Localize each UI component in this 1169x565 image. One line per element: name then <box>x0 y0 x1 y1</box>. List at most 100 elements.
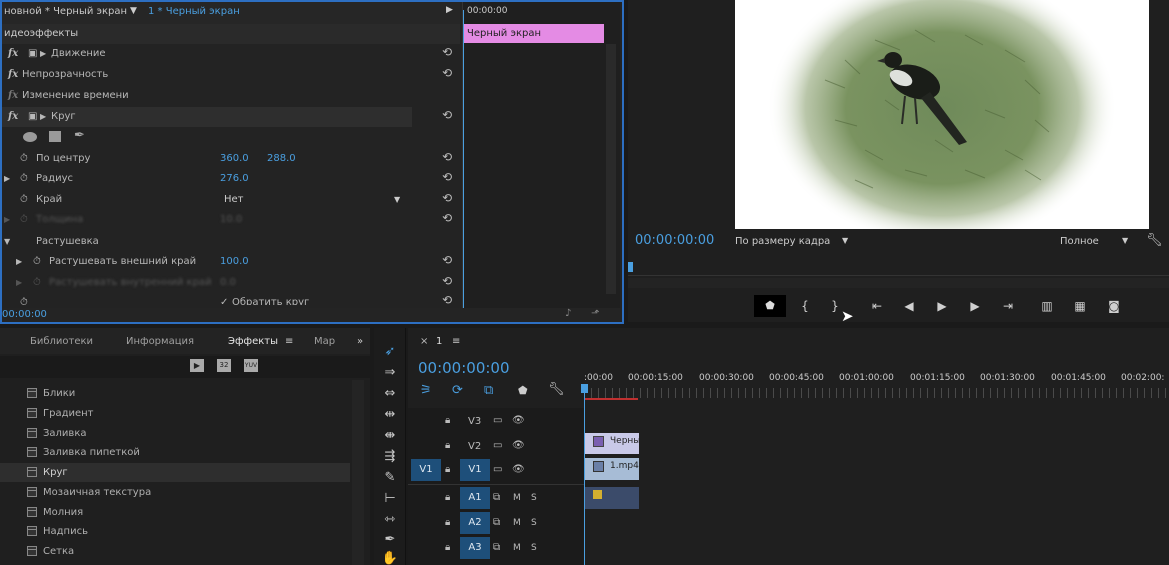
sequence-tab-label[interactable]: 1 <box>436 336 442 347</box>
close-tab-icon[interactable]: × <box>420 336 428 347</box>
sync-lock-icon[interactable]: ⧉ <box>493 492 500 503</box>
ec-mini-timeline[interactable]: 00:00:00 Черный экран <box>462 2 620 308</box>
search-bar[interactable]: ▶ 32 YUV <box>0 356 370 378</box>
reset-icon[interactable]: ⟲ <box>442 109 454 121</box>
stopwatch-icon[interactable]: ⏱ <box>20 149 28 169</box>
reset-icon[interactable]: ⟲ <box>442 212 454 224</box>
mute-button[interactable]: M <box>513 518 521 528</box>
pen-tool-icon[interactable]: ✒ <box>380 531 400 549</box>
stopwatch-icon[interactable]: ⏱ <box>20 293 28 305</box>
selection-tool-icon[interactable]: ➶ <box>380 343 400 361</box>
reset-icon[interactable]: ⟲ <box>442 294 454 306</box>
effects-scrollbar[interactable] <box>352 380 364 565</box>
reset-icon[interactable]: ⟲ <box>442 192 454 204</box>
export-frame-icon[interactable]: ⬏ <box>591 308 599 319</box>
mark-in-button[interactable]: { <box>796 297 814 315</box>
extract-button[interactable]: ▦ <box>1071 297 1089 315</box>
source-clip-label[interactable]: новной * Черный экран <box>4 6 127 17</box>
list-item[interactable]: Заливка пипеткой <box>0 443 350 462</box>
reset-icon[interactable]: ⟲ <box>442 171 454 183</box>
effect-row-circle[interactable]: fx ▣ ▶ Круг <box>2 107 412 127</box>
ec-playhead[interactable] <box>463 10 464 308</box>
center-x-value[interactable]: 360.0 <box>220 149 249 169</box>
tab-effects[interactable]: Эффекты <box>228 334 278 350</box>
program-timecode[interactable]: 00:00:00:00 <box>635 233 714 248</box>
slip-tool-icon[interactable]: ⇶ <box>380 448 400 466</box>
track-target-a1[interactable]: A1 <box>460 487 490 509</box>
solo-button[interactable]: S <box>531 518 537 528</box>
lock-icon[interactable]: 🔒︎ <box>445 542 450 553</box>
film-icon[interactable]: ▭ <box>493 464 502 475</box>
solo-button[interactable]: S <box>531 493 537 503</box>
lock-icon[interactable]: 🔒︎ <box>445 517 450 528</box>
ripple-edit-tool-icon[interactable]: ⇔ <box>380 385 400 403</box>
hand-tool-icon[interactable]: ✋ <box>380 550 400 565</box>
eye-icon[interactable]: 👁︎ <box>512 415 525 426</box>
list-item[interactable]: Надпись <box>0 522 350 541</box>
accelerated-effects-icon[interactable]: ▶ <box>190 359 204 372</box>
source-dropdown-icon[interactable]: ▼ <box>130 6 137 16</box>
lift-button[interactable]: ▥ <box>1038 297 1056 315</box>
effect-row-opacity[interactable]: fx Непрозрачность <box>2 65 460 85</box>
track-target-a3[interactable]: A3 <box>460 537 490 559</box>
expand-arrow-icon[interactable]: ▶ <box>16 252 22 272</box>
reset-icon[interactable]: ⟲ <box>442 46 454 58</box>
tab-menu-icon[interactable]: ≡ <box>285 334 293 350</box>
expand-arrow-icon[interactable]: ▶ <box>4 169 10 189</box>
timeline-playhead-handle[interactable] <box>581 384 588 393</box>
mute-button[interactable]: M <box>513 543 521 553</box>
prop-feather-group[interactable]: ▼ Растушевка <box>2 232 460 252</box>
sequence-clip-label[interactable]: 1 * Черный экран <box>148 6 240 17</box>
feather-outer-value[interactable]: 100.0 <box>220 252 249 272</box>
tab-menu-icon[interactable]: ≡ <box>452 336 460 347</box>
list-item[interactable]: Градиент <box>0 404 350 423</box>
effect-row-time-remap[interactable]: fx Изменение времени <box>2 86 460 106</box>
sync-lock-icon[interactable]: ⧉ <box>493 542 500 553</box>
film-icon[interactable]: ▭ <box>493 415 502 426</box>
track-target-a2[interactable]: A2 <box>460 512 490 534</box>
zoom-level-select[interactable]: По размеру кадра <box>735 236 830 247</box>
slide-tool-icon[interactable]: ⇿ <box>380 511 400 529</box>
expand-timeline-icon[interactable]: ▶ <box>446 5 453 15</box>
program-scroll-bar[interactable] <box>628 278 1169 288</box>
add-marker-button[interactable]: ⬟ <box>754 295 786 317</box>
step-back-button[interactable]: ◀ <box>900 297 918 315</box>
list-item[interactable]: Сетка <box>0 542 350 561</box>
solo-button[interactable]: S <box>531 543 537 553</box>
play-button[interactable]: ▶ <box>933 297 951 315</box>
more-tabs-icon[interactable]: » <box>357 334 363 350</box>
playback-resolution-select[interactable]: Полное <box>1060 236 1099 247</box>
reset-icon[interactable]: ⟲ <box>442 254 454 266</box>
audio-scrub-icon[interactable]: ♪ <box>565 308 571 319</box>
fx-icon[interactable]: fx <box>8 44 18 64</box>
lock-icon[interactable]: 🔒︎ <box>445 415 450 426</box>
sync-lock-icon[interactable]: ⧉ <box>493 517 500 528</box>
pen-mask-icon[interactable]: ✒ <box>74 128 85 143</box>
yuv-effects-icon[interactable]: YUV <box>244 359 258 372</box>
clip-v1[interactable]: 1.mp4 <box>585 458 639 480</box>
go-to-out-button[interactable]: ⇥ <box>999 297 1017 315</box>
eye-icon[interactable]: 👁︎ <box>512 440 525 451</box>
clip-v2[interactable]: Черны <box>585 433 639 454</box>
work-area-bar[interactable] <box>584 398 638 400</box>
expand-arrow-icon[interactable]: ▶ <box>40 44 46 64</box>
list-item[interactable]: Заливка <box>0 424 350 443</box>
export-frame-button[interactable]: ◙ <box>1105 297 1123 315</box>
timeline-timecode[interactable]: 00:00:00:00 <box>418 359 510 377</box>
zoom-dropdown-arrow-icon[interactable]: ▼ <box>842 236 848 245</box>
timeline-ruler[interactable]: :00:00 00:00:15:00 00:00:30:00 00:00:45:… <box>584 370 1169 406</box>
clip-a1[interactable] <box>585 487 639 509</box>
reset-icon[interactable]: ⟲ <box>442 151 454 163</box>
reset-icon[interactable]: ⟲ <box>442 275 454 287</box>
slip-tool-icon[interactable]: ⊢ <box>380 490 400 508</box>
source-patch-v1[interactable]: V1 <box>411 459 441 481</box>
fx-icon[interactable]: fx <box>8 65 18 85</box>
invert-checkbox[interactable]: ✓ <box>220 293 228 305</box>
ec-clip-bar[interactable]: Черный экран <box>464 24 604 43</box>
settings-wrench-icon[interactable]: 🔧︎ <box>1146 233 1163 248</box>
lock-icon[interactable]: 🔒︎ <box>445 464 450 475</box>
tab-libraries[interactable]: Библиотеки <box>30 334 93 350</box>
rolling-edit-tool-icon[interactable]: ⇹ <box>380 406 400 424</box>
collapse-arrow-icon[interactable]: ▼ <box>4 232 10 252</box>
timeline-settings-wrench-icon[interactable]: 🔧︎ <box>548 382 565 397</box>
